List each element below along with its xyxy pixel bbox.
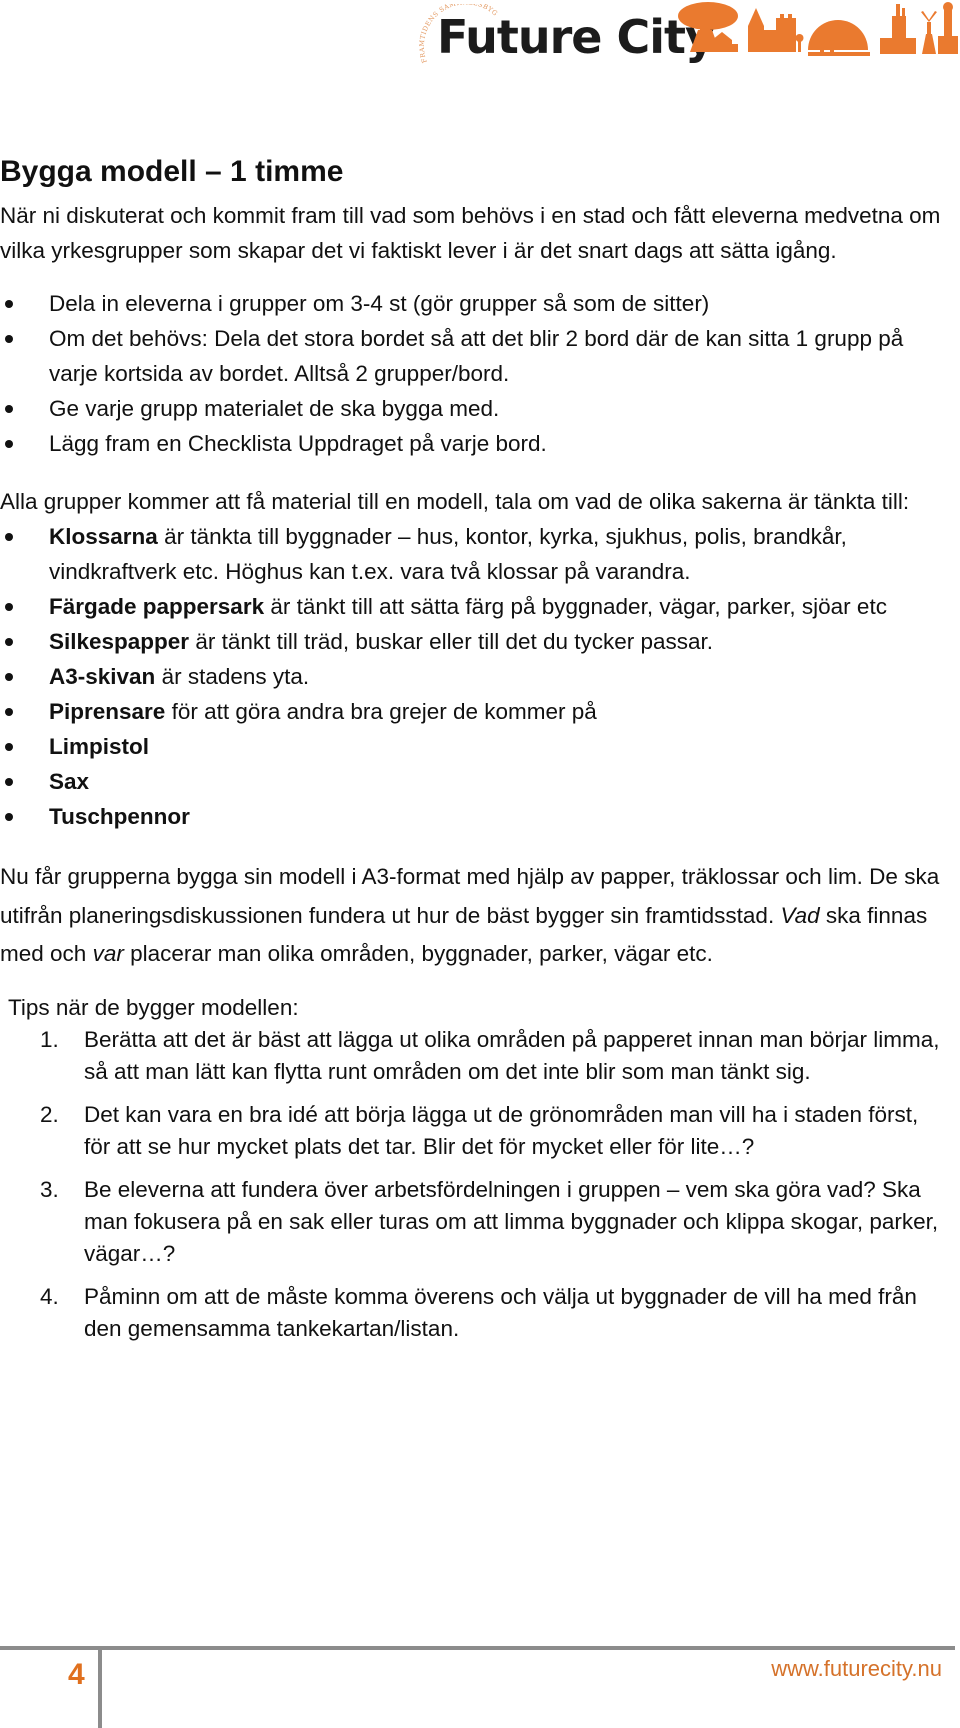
list-item: Piprensare för att göra andra bra grejer…: [0, 694, 950, 729]
footer-divider: [98, 1646, 102, 1728]
list-item: Ge varje grupp materialet de ska bygga m…: [0, 391, 950, 426]
list-number: 4.: [40, 1283, 59, 1309]
materials-intro: Alla grupper kommer att få material till…: [0, 489, 910, 514]
list-number: 3.: [40, 1176, 59, 1202]
list-number: 2.: [40, 1101, 59, 1127]
list-item: Limpistol: [0, 729, 950, 764]
bullet-icon: [5, 778, 13, 786]
list-item: 3. Be eleverna att fundera över arbetsför…: [0, 1174, 950, 1270]
section-title: Bygga modell – 1 timme: [0, 155, 344, 188]
material-name: A3-skivan: [49, 664, 156, 689]
bullet-icon: [5, 638, 13, 646]
list-item: Silkespapper är tänkt till träd, buskar …: [0, 624, 950, 659]
list-item: 4. Påminn om att de måste komma överens o…: [0, 1281, 950, 1345]
page-number: 4: [68, 1658, 85, 1691]
list-item: 2. Det kan vara en bra idé att börja lägg…: [0, 1099, 950, 1163]
list-item: Dela in eleverna i grupper om 3-4 st (gö…: [0, 286, 950, 321]
bullet-icon: [5, 813, 13, 821]
bullet-icon: [5, 405, 13, 413]
bullet-icon: [5, 603, 13, 611]
intro-paragraph: När ni diskuterat och kommit fram till v…: [0, 203, 941, 263]
document-body: Bygga modell – 1 timme När ni diskuterat…: [0, 150, 950, 1356]
material-name: Tuschpennor: [49, 804, 190, 829]
list-item: Lägg fram en Checklista Uppdraget på var…: [0, 426, 950, 461]
bullet-icon: [5, 335, 13, 343]
list-item: 1. Berätta att det är bäst att lägga ut o…: [0, 1024, 950, 1088]
website-link[interactable]: www.futurecity.nu: [771, 1654, 942, 1684]
footer-rule: [0, 1646, 955, 1650]
bullet-icon: [5, 440, 13, 448]
bullet-icon: [5, 300, 13, 308]
material-name: Sax: [49, 769, 90, 794]
materials-list: Klossarna är tänkta till byggnader – hus…: [0, 519, 950, 834]
material-name: Piprensare: [49, 699, 166, 724]
list-item: A3-skivan är stadens yta.: [0, 659, 950, 694]
material-name: Silkespapper: [49, 629, 190, 654]
bullet-icon: [5, 533, 13, 541]
list-item: Om det behövs: Dela det stora bordet så …: [0, 321, 950, 391]
list-item: Tuschpennor: [0, 799, 950, 834]
material-name: Klossarna: [49, 524, 158, 549]
list-item: Sax: [0, 764, 950, 799]
steps-list: Dela in eleverna i grupper om 3-4 st (gö…: [0, 286, 950, 461]
tips-list: 1. Berätta att det är bäst att lägga ut o…: [0, 1024, 950, 1345]
tips-heading: Tips när de bygger modellen:: [8, 994, 299, 1020]
future-city-logo: FRAMTIDENS SAMHÄLLSBYGGARE Future City: [415, 0, 960, 66]
city-skyline-icon: [678, 2, 958, 56]
list-number: 1.: [40, 1026, 59, 1052]
build-paragraph: Nu får grupperna bygga sin modell i A3-f…: [0, 864, 940, 966]
list-item: Klossarna är tänkta till byggnader – hus…: [0, 519, 950, 589]
emphasis-var: var: [92, 941, 124, 966]
bullet-icon: [5, 708, 13, 716]
material-name: Limpistol: [49, 734, 149, 759]
list-item: Färgade pappersark är tänkt till att sät…: [0, 589, 950, 624]
bullet-icon: [5, 743, 13, 751]
emphasis-vad: Vad: [780, 902, 820, 928]
bullet-icon: [5, 673, 13, 681]
material-name: Färgade pappersark: [49, 594, 265, 619]
